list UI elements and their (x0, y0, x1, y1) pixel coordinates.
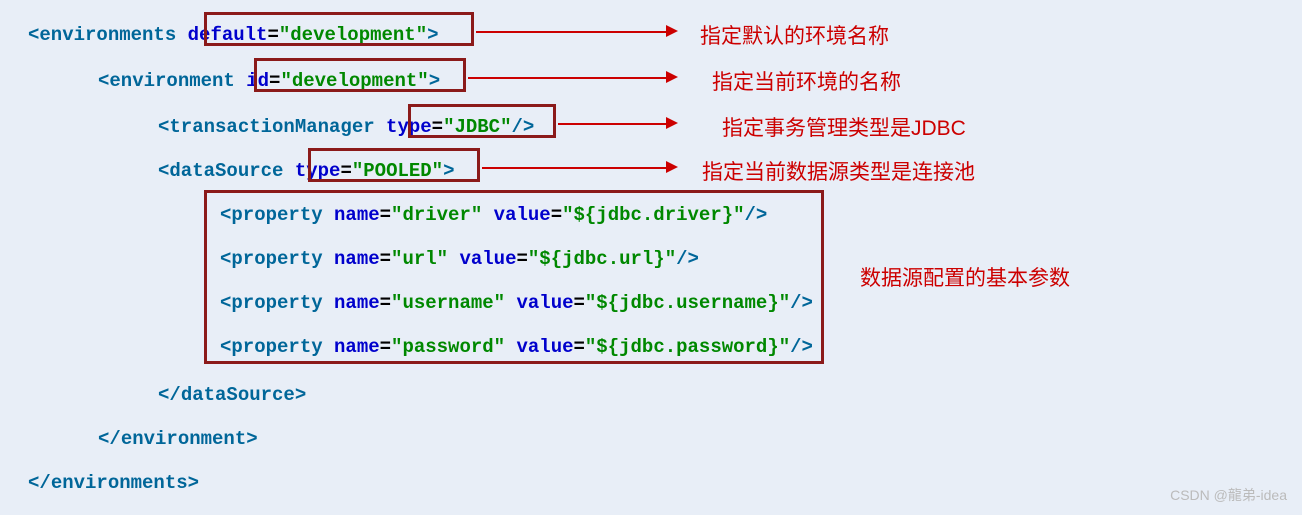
property-line-1: <property name="driver" value="${jdbc.dr… (220, 204, 767, 226)
property-line-4: <property name="password" value="${jdbc.… (220, 336, 813, 358)
annotation-5: 数据源配置的基本参数 (860, 262, 1070, 292)
annotation-1: 指定默认的环境名称 (700, 20, 889, 50)
annotation-2: 指定当前环境的名称 (712, 66, 901, 96)
arrow-1 (476, 30, 678, 32)
property-line-3: <property name="username" value="${jdbc.… (220, 292, 813, 314)
code-line-3: <transactionManager type="JDBC"/> (158, 116, 534, 138)
arrow-3 (558, 122, 678, 124)
annotation-4: 指定当前数据源类型是连接池 (702, 156, 975, 186)
watermark: CSDN @龍弟-idea (1170, 485, 1287, 505)
property-line-2: <property name="url" value="${jdbc.url}"… (220, 248, 699, 270)
arrow-2 (468, 76, 678, 78)
arrow-4 (482, 166, 678, 168)
close-datasource: </dataSource> (158, 384, 306, 406)
close-environment: </environment> (98, 428, 258, 450)
close-environments: </environments> (28, 472, 199, 494)
code-line-1: <environments default="development"> (28, 24, 439, 46)
code-line-4: <dataSource type="POOLED"> (158, 160, 454, 182)
annotation-3: 指定事务管理类型是JDBC (722, 112, 966, 142)
code-line-2: <environment id="development"> (98, 70, 440, 92)
